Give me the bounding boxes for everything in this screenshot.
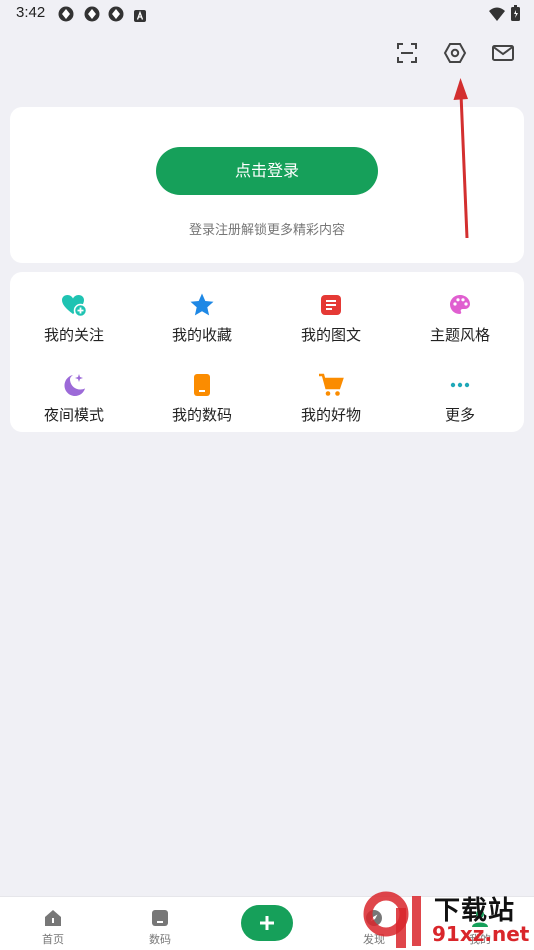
tab-discover[interactable]: 发现	[334, 897, 414, 950]
device-icon	[149, 907, 171, 929]
scan-icon[interactable]	[394, 40, 420, 66]
status-bar: 3:42	[0, 0, 534, 30]
login-hint: 登录注册解锁更多精彩内容	[188, 223, 345, 238]
grid-item-articles[interactable]: 我的图文	[267, 278, 395, 348]
tab-profile[interactable]: 我的	[440, 897, 520, 950]
grid-label: 我的收藏	[171, 326, 232, 344]
plus-icon	[260, 916, 274, 930]
notification-icon	[84, 6, 100, 22]
grid-item-my-digital[interactable]: 我的数码	[138, 358, 266, 428]
publish-button[interactable]	[241, 905, 293, 941]
star-icon	[189, 292, 215, 318]
tab-label: 发现	[363, 933, 385, 946]
grid-label: 我的关注	[43, 326, 104, 344]
more-dots-icon	[447, 372, 473, 398]
battery-icon	[511, 5, 520, 25]
status-time: 3:42	[16, 4, 46, 21]
profile-icon	[469, 907, 491, 929]
bottom-tab-bar: 首页 数码 发现 我的	[0, 896, 534, 950]
phone-icon	[189, 372, 215, 398]
discover-icon	[363, 907, 385, 929]
mail-icon[interactable]	[490, 40, 516, 66]
header-actions	[394, 40, 516, 66]
grid-item-theme[interactable]: 主题风格	[396, 278, 524, 348]
tab-home[interactable]: 首页	[13, 897, 93, 950]
grid-label: 我的图文	[300, 326, 361, 344]
tab-digital[interactable]: 数码	[120, 897, 200, 950]
palette-icon	[447, 292, 473, 318]
grid-label: 夜间模式	[43, 406, 104, 424]
notification-icon	[108, 6, 124, 22]
tab-label: 我的	[469, 933, 491, 946]
grid-label: 主题风格	[429, 326, 490, 344]
grid-label: 我的数码	[171, 406, 232, 424]
moon-icon	[61, 372, 87, 398]
grid-label: 更多	[444, 406, 475, 424]
cart-icon	[318, 372, 344, 398]
login-button[interactable]: 点击登录	[156, 147, 378, 195]
heart-plus-icon	[61, 292, 87, 318]
grid-item-more[interactable]: 更多	[396, 358, 524, 428]
grid-item-night-mode[interactable]: 夜间模式	[10, 358, 138, 428]
settings-icon[interactable]	[442, 40, 468, 66]
login-card: 点击登录 登录注册解锁更多精彩内容	[10, 107, 524, 263]
grid-label: 我的好物	[300, 406, 361, 424]
app-notification-icon	[134, 7, 146, 22]
home-icon	[42, 907, 64, 929]
article-icon	[318, 292, 344, 318]
tab-label: 首页	[42, 933, 64, 946]
wifi-icon	[489, 6, 505, 25]
grid-item-my-goods[interactable]: 我的好物	[267, 358, 395, 428]
tab-label: 数码	[149, 933, 171, 946]
grid-item-following[interactable]: 我的关注	[10, 278, 138, 348]
notification-icon	[58, 6, 74, 22]
grid-item-favorites[interactable]: 我的收藏	[138, 278, 266, 348]
feature-grid: 我的关注 我的收藏 我的图文 主题风格 夜间模式 我的数码 我的好物 更多	[10, 272, 524, 432]
